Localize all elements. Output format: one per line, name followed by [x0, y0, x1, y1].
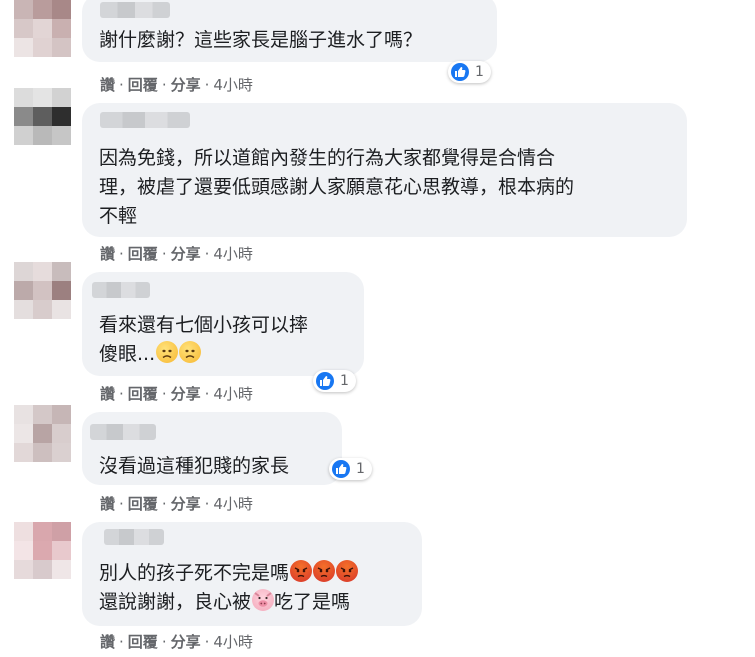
share-link[interactable]: 分享: [171, 633, 201, 651]
timestamp[interactable]: 4小時: [213, 633, 253, 651]
separator: ·: [161, 495, 167, 513]
separator: ·: [161, 76, 167, 94]
like-link[interactable]: 讚: [100, 76, 115, 94]
comment-text-fragment: 別人的孩子死不完是嗎: [99, 562, 290, 584]
separator: ·: [204, 245, 210, 263]
share-link[interactable]: 分享: [171, 76, 201, 94]
reply-link[interactable]: 回覆: [128, 385, 158, 403]
separator: ·: [161, 633, 167, 651]
reply-link[interactable]: 回覆: [128, 76, 158, 94]
comment-text: 還說謝謝，良心被 吃了是嗎: [99, 588, 350, 617]
separator: ·: [161, 245, 167, 263]
comment-text: 理，被虐了還要低頭感謝人家願意花心思教導，根本病的: [99, 176, 575, 198]
share-link[interactable]: 分享: [171, 495, 201, 513]
comment-text: 沒看過這種犯賤的家長: [99, 455, 290, 477]
reaction-number: 1: [356, 461, 365, 477]
reply-link[interactable]: 回覆: [128, 495, 158, 513]
comment-actions: 讚 · 回覆 · 分享 · 4小時: [100, 493, 253, 514]
like-link[interactable]: 讚: [100, 385, 115, 403]
comment-actions: 讚 · 回覆 · 分享 · 4小時: [100, 243, 253, 264]
comment-text: 傻眼...: [99, 340, 202, 369]
angry-face-icon: [336, 560, 359, 582]
commenter-name[interactable]: [100, 112, 190, 128]
reaction-count[interactable]: 1: [448, 61, 491, 83]
sad-face-icon: [156, 341, 179, 363]
share-link[interactable]: 分享: [171, 385, 201, 403]
avatar[interactable]: [14, 262, 71, 319]
comment-bubble: 謝什麼謝？這些家長是腦子進水了嗎？: [82, 0, 497, 62]
reaction-count[interactable]: 1: [329, 458, 372, 480]
timestamp[interactable]: 4小時: [213, 495, 253, 513]
separator: ·: [119, 245, 124, 263]
like-icon: [451, 63, 469, 81]
like-link[interactable]: 讚: [100, 495, 115, 513]
comment-bubble: 因為免錢，所以道館內發生的行為大家都覺得是合情合 理，被虐了還要低頭感謝人家願意…: [82, 103, 687, 237]
comment-bubble: 沒看過這種犯賤的家長: [82, 412, 342, 485]
timestamp[interactable]: 4小時: [213, 76, 253, 94]
comment-bubble: 別人的孩子死不完是嗎 還說謝謝，良心被 吃了是嗎: [82, 522, 422, 626]
reaction-count[interactable]: 1: [313, 370, 356, 392]
avatar[interactable]: [14, 0, 71, 57]
commenter-name[interactable]: [90, 424, 156, 440]
separator: ·: [161, 385, 167, 403]
comment-actions: 讚 · 回覆 · 分享 · 4小時: [100, 631, 253, 652]
like-icon: [316, 372, 334, 390]
comment-bubble: 看來還有七個小孩可以摔 傻眼...: [82, 272, 364, 376]
avatar[interactable]: [14, 88, 71, 145]
separator: ·: [204, 385, 210, 403]
avatar[interactable]: [14, 405, 71, 462]
like-icon: [332, 460, 350, 478]
separator: ·: [119, 633, 124, 651]
separator: ·: [119, 495, 124, 513]
comment-text: 不輕: [99, 205, 138, 227]
comment-text-fragment: 傻眼...: [99, 343, 156, 365]
comment-text-fragment: 還說謝謝，良心被: [99, 591, 252, 613]
like-link[interactable]: 讚: [100, 633, 115, 651]
timestamp[interactable]: 4小時: [213, 245, 253, 263]
angry-face-icon: [313, 560, 336, 582]
comment-text-fragment: 吃了是嗎: [274, 591, 351, 613]
comment-text: 謝什麼謝？這些家長是腦子進水了嗎？: [99, 29, 423, 51]
sad-face-icon: [179, 341, 202, 363]
reaction-number: 1: [340, 373, 349, 389]
separator: ·: [204, 495, 210, 513]
reply-link[interactable]: 回覆: [128, 245, 158, 263]
comment-actions: 讚 · 回覆 · 分享 · 4小時: [100, 74, 253, 95]
reply-link[interactable]: 回覆: [128, 633, 158, 651]
reaction-number: 1: [475, 64, 484, 80]
pig-face-icon: [252, 589, 275, 611]
comment-text: 看來還有七個小孩可以摔: [99, 314, 309, 336]
separator: ·: [119, 76, 124, 94]
separator: ·: [119, 385, 124, 403]
separator: ·: [204, 633, 210, 651]
commenter-name[interactable]: [92, 282, 150, 298]
share-link[interactable]: 分享: [171, 245, 201, 263]
angry-face-icon: [290, 560, 313, 582]
commenter-name[interactable]: [104, 529, 164, 545]
comment-text: 別人的孩子死不完是嗎: [99, 559, 359, 588]
timestamp[interactable]: 4小時: [213, 385, 253, 403]
comment-actions: 讚 · 回覆 · 分享 · 4小時: [100, 383, 253, 404]
comment-text: 因為免錢，所以道館內發生的行為大家都覺得是合情合: [99, 147, 556, 169]
separator: ·: [204, 76, 210, 94]
like-link[interactable]: 讚: [100, 245, 115, 263]
commenter-name[interactable]: [100, 2, 170, 18]
avatar[interactable]: [14, 522, 71, 579]
